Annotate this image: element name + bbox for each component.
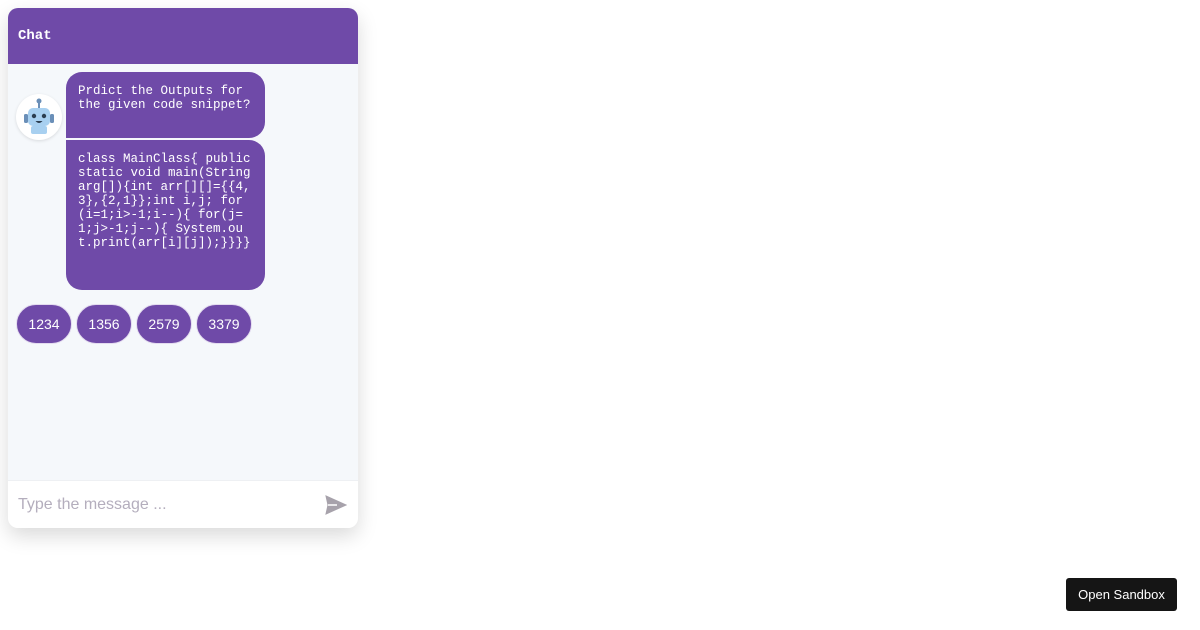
- open-sandbox-button[interactable]: Open Sandbox: [1066, 578, 1177, 611]
- bot-avatar: [16, 94, 62, 140]
- chat-window: Chat Prdict the Outputs for the given co…: [8, 8, 358, 528]
- option-button[interactable]: 3379: [196, 304, 252, 344]
- option-button[interactable]: 1356: [76, 304, 132, 344]
- bot-message-code: class MainClass{ public static void main…: [66, 140, 265, 290]
- send-button[interactable]: [314, 487, 358, 523]
- option-button[interactable]: 2579: [136, 304, 192, 344]
- answer-options: 1234 1356 2579 3379: [16, 304, 252, 344]
- send-icon: [325, 494, 347, 515]
- chat-header: Chat: [8, 8, 358, 64]
- robot-icon: [24, 98, 54, 134]
- bot-message-question: Prdict the Outputs for the given code sn…: [66, 72, 265, 138]
- chat-title: Chat: [18, 28, 52, 44]
- chat-body: Prdict the Outputs for the given code sn…: [8, 64, 358, 480]
- option-button[interactable]: 1234: [16, 304, 72, 344]
- chat-footer: [8, 480, 358, 528]
- message-input[interactable]: [8, 485, 314, 524]
